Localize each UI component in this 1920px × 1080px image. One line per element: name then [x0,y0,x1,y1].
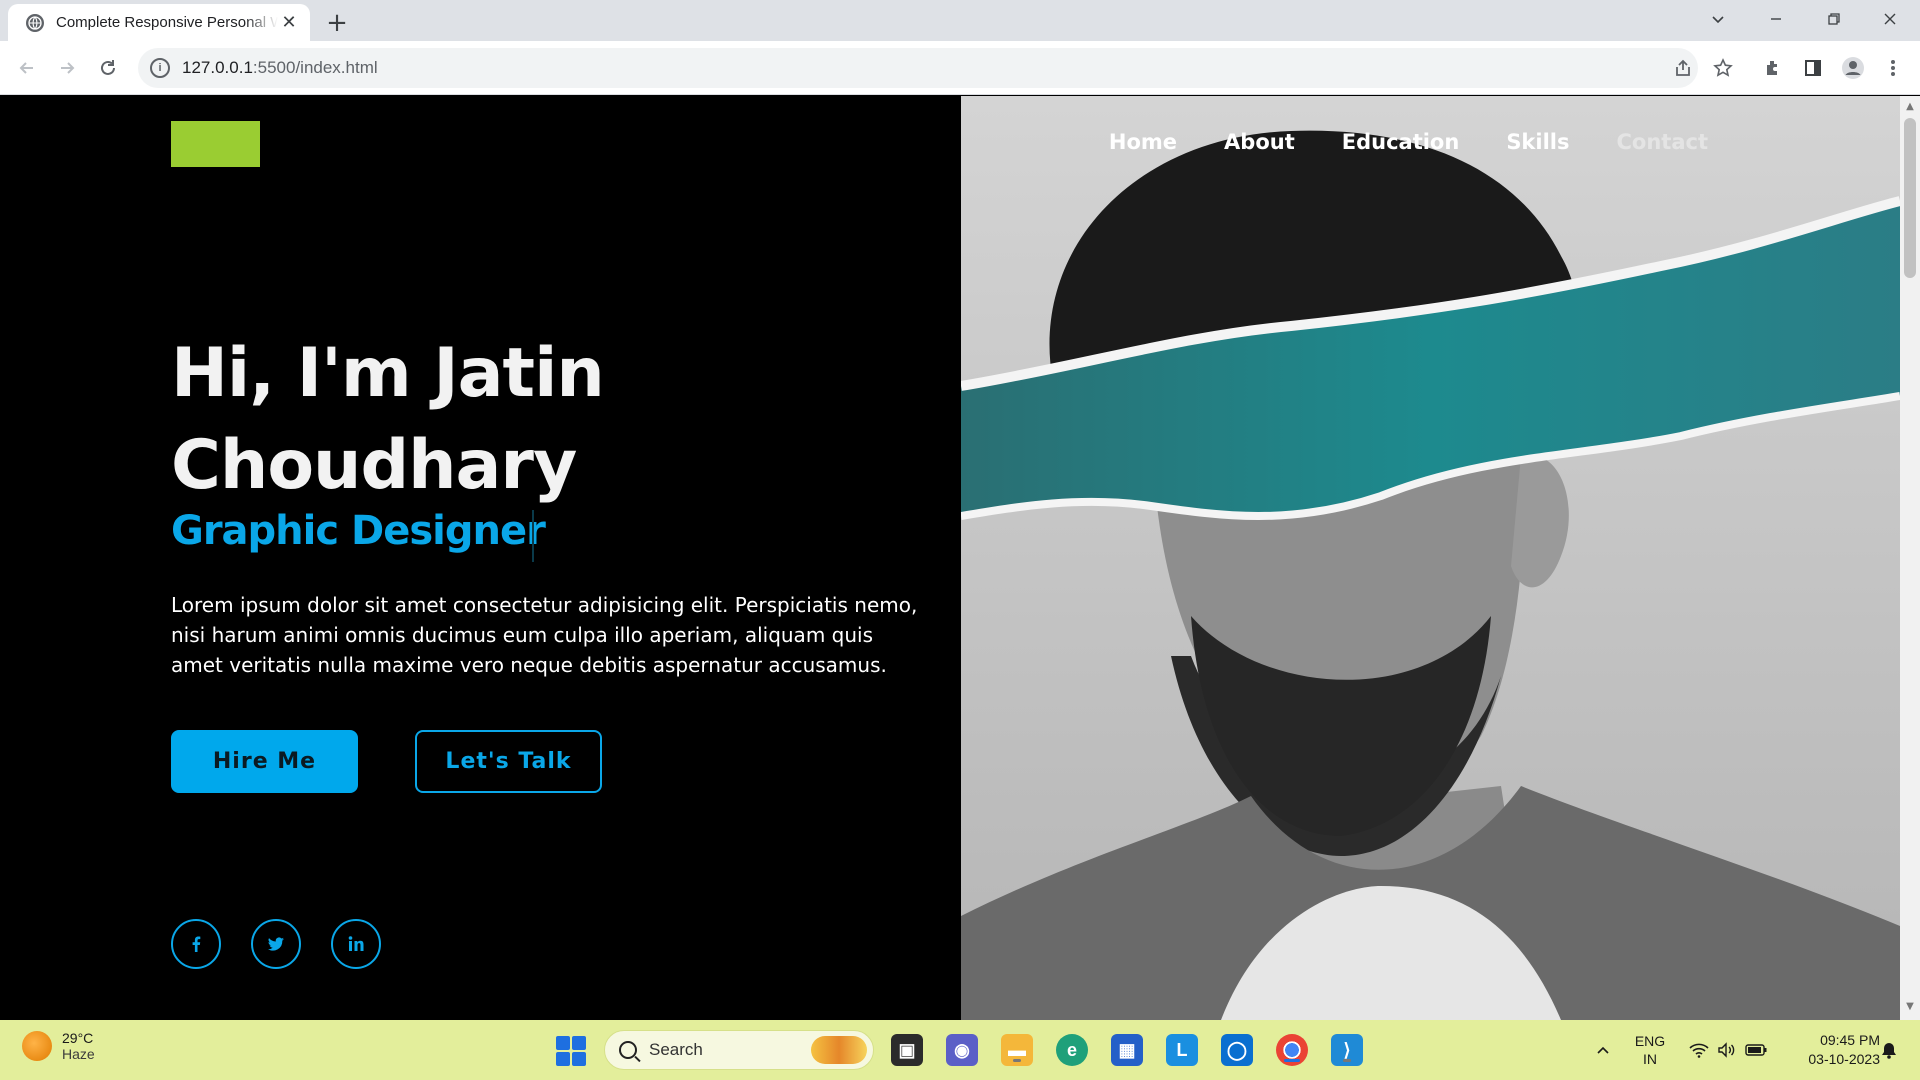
windows-start-icon[interactable] [556,1036,586,1066]
clock-date: 03-10-2023 [1808,1051,1880,1067]
language-indicator[interactable]: ENG IN [1630,1020,1670,1080]
weather-condition: Haze [62,1046,95,1062]
page-viewport: Home About Education Skills Contact Hi, … [0,96,1900,1020]
new-tab-button[interactable]: + [322,8,352,38]
weather-temperature: 29°C [62,1030,94,1046]
file-explorer-icon[interactable]: ▬ [1001,1034,1033,1066]
wifi-icon[interactable] [1686,1020,1712,1080]
hero-heading-line2: Choudhary [171,426,577,505]
nav-skills[interactable]: Skills [1506,130,1569,154]
scroll-thumb[interactable] [1904,118,1916,278]
nav-education[interactable]: Education [1342,130,1460,154]
scroll-up-arrow-icon[interactable]: ▲ [1905,102,1915,112]
show-hidden-icons-chevron-icon[interactable] [1588,1020,1618,1080]
region-code: IN [1643,1051,1657,1067]
reload-icon[interactable] [93,53,123,83]
tab-strip: Complete Responsive Personal Website ✕ + [0,0,1920,41]
lets-talk-button[interactable]: Let's Talk [415,730,602,793]
taskbar-search[interactable]: Search [604,1030,874,1070]
windows-taskbar: 29°C Haze Search ▣ ◉ ▬ e ▦ L ◯ ⟩ ENG IN … [0,1020,1920,1080]
volume-icon[interactable] [1714,1020,1740,1080]
active-indicator [1284,1059,1300,1062]
hero-role-text: Graphic Designer [171,508,546,554]
hero-description: Lorem ipsum dolor sit amet consectetur a… [171,593,918,677]
nav-home[interactable]: Home [1109,130,1177,154]
search-icon [619,1041,637,1059]
l-app-icon[interactable]: L [1166,1034,1198,1066]
more-menu-icon[interactable] [1878,53,1908,83]
extensions-icon[interactable] [1758,53,1788,83]
chrome-icon[interactable] [1276,1034,1308,1066]
tab-close-icon[interactable]: ✕ [278,12,300,34]
system-clock[interactable]: 09:45 PM 03-10-2023 [1776,1020,1880,1080]
linkedin-icon[interactable] [331,919,381,969]
clock-time: 09:45 PM [1820,1032,1880,1048]
back-arrow-icon[interactable] [12,53,42,83]
profile-avatar-icon[interactable] [1838,53,1868,83]
scroll-down-arrow-icon[interactable]: ▼ [1905,1002,1915,1012]
typing-caret [532,510,534,562]
vscode-icon[interactable]: ⟩ [1331,1034,1363,1066]
task-view-icon[interactable]: ▣ [891,1034,923,1066]
tab-search-chevron-icon[interactable] [1690,0,1746,38]
address-bar[interactable]: i 127.0.0.1:5500/index.html [138,48,1698,88]
running-indicator [1013,1059,1021,1062]
globe-icon [26,13,44,32]
minimize-icon[interactable] [1748,0,1804,38]
microsoft-store-icon[interactable]: ▦ [1111,1034,1143,1066]
blue-app-icon[interactable]: ◯ [1221,1034,1253,1066]
search-label: Search [649,1040,703,1059]
site-logo[interactable] [171,121,260,167]
twitter-icon[interactable] [251,919,301,969]
teams-chat-icon[interactable]: ◉ [946,1034,978,1066]
hero-heading: Hi, I'm Jatin Choudhary [171,328,605,512]
hire-me-button[interactable]: Hire Me [171,730,358,793]
browser-toolbar: i 127.0.0.1:5500/index.html [0,41,1920,95]
search-highlight-icon [811,1036,867,1064]
url-path: :5500/index.html [252,58,378,77]
url-host: 127.0.0.1 [182,58,253,77]
hero-portrait-image [961,96,1900,1020]
site-info-icon[interactable]: i [150,58,170,78]
nav-contact[interactable]: Contact [1617,130,1709,154]
page-scrollbar[interactable]: ▲ ▼ [1900,96,1920,1020]
edge-icon[interactable]: e [1056,1034,1088,1066]
main-navigation: Home About Education Skills Contact [1109,130,1708,154]
weather-widget[interactable]: 29°C Haze [22,1030,95,1062]
battery-icon[interactable] [1742,1020,1770,1080]
side-panel-icon[interactable] [1798,53,1828,83]
bookmark-star-icon[interactable] [1708,53,1738,83]
forward-arrow-icon[interactable] [52,53,82,83]
language-code: ENG [1634,1033,1666,1049]
restore-icon[interactable] [1806,0,1862,38]
haze-sun-icon [22,1031,52,1061]
running-indicator [1343,1059,1351,1062]
hero-heading-line1: Hi, I'm Jatin [171,334,605,413]
nav-about[interactable]: About [1224,130,1295,154]
browser-tab[interactable]: Complete Responsive Personal Website ✕ [8,4,310,41]
tab-title: Complete Responsive Personal Website [56,14,278,31]
close-window-icon[interactable] [1862,0,1918,38]
facebook-icon[interactable] [171,919,221,969]
notification-bell-icon[interactable] [1874,1020,1904,1080]
share-icon[interactable] [1668,53,1698,83]
portrait-illustration [961,96,1900,1020]
